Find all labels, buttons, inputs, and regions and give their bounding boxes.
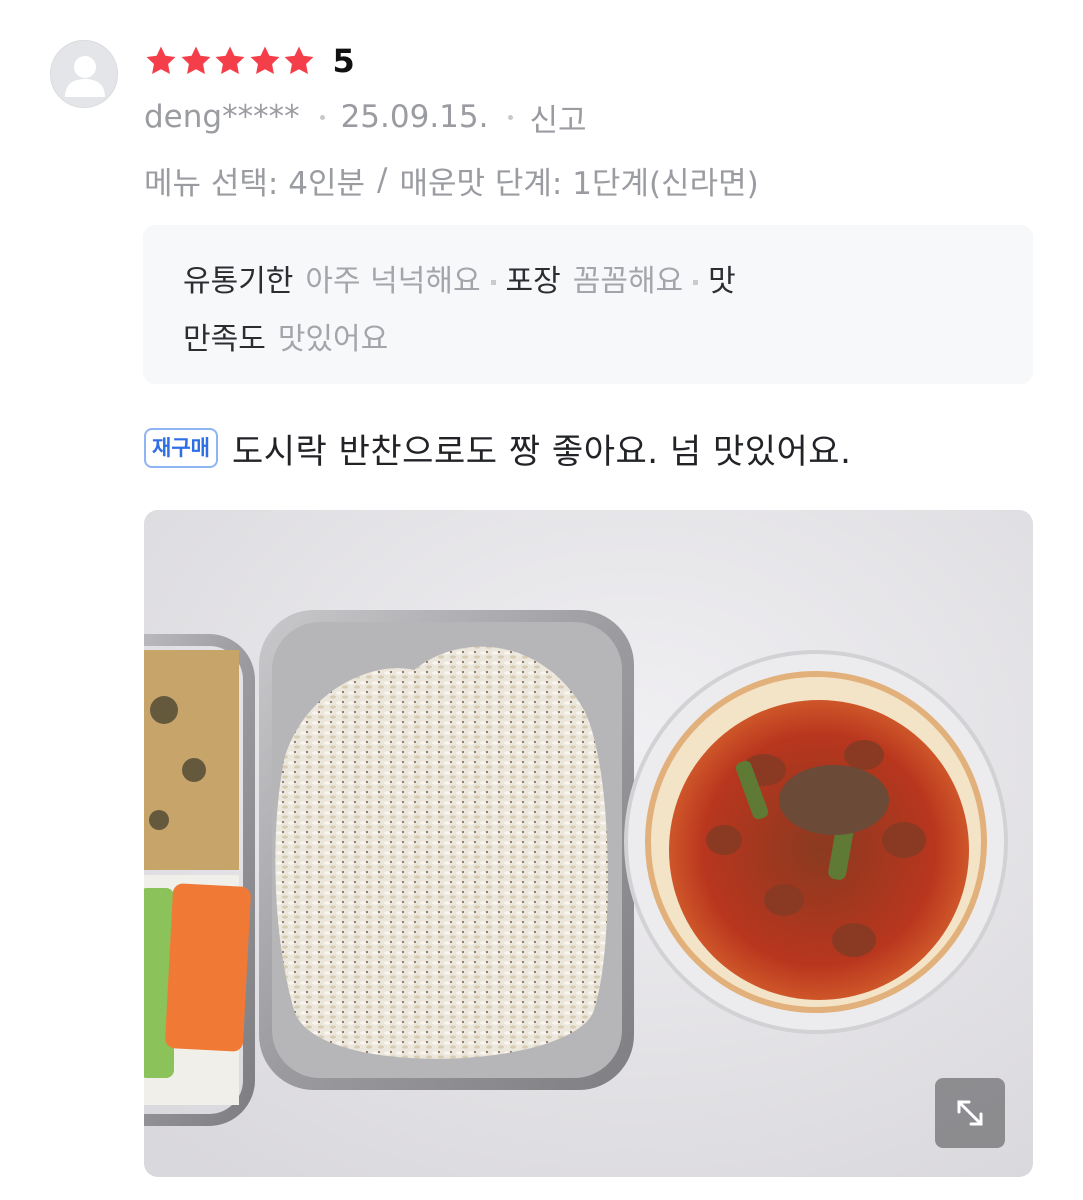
menu-option: 메뉴 선택: 4인분 [144,165,365,202]
opinion-separator [490,279,496,285]
report-button[interactable]: 신고 [529,95,586,140]
review-text: 도시락 반찬으로도 짱 좋아요. 넘 맛있어요. [231,431,852,472]
review-body: 재구매 도시락 반찬으로도 짱 좋아요. 넘 맛있어요. [144,422,851,474]
rating-value: 5 [332,42,355,80]
review-card: 5 deng***** 25.09.15. 신고 메뉴 선택: 4인분 / 매운… [0,0,1083,1200]
opinion-value: 맛있어요 [277,322,389,357]
star-icon [181,46,210,75]
opinion-key: 맛 [708,264,736,299]
expand-icon [957,1100,983,1126]
opinion-key: 포장 [505,264,561,299]
opinion-separator [693,279,699,285]
star-icon [146,46,176,75]
user-silhouette-icon [65,56,105,97]
repurchase-badge: 재구매 [144,428,218,468]
food-photo [144,510,1033,1177]
review-photo[interactable] [144,510,1033,1177]
author-name: deng***** [144,99,300,135]
separator-dot [508,114,514,120]
opinion-line: 유통기한 아주 넉넉해요 포장 꼼꼼해요 맛 [183,253,993,311]
separator-dot [319,114,325,120]
opinion-key: 유통기한 [183,264,294,299]
opinion-key: 만족도 [183,322,266,357]
avatar [50,40,118,108]
option-separator: / [377,162,388,198]
star-icon [250,46,279,75]
spice-option: 매운맛 단계: 1단계(신라면) [399,165,759,202]
selected-options: 메뉴 선택: 4인분 / 매운맛 단계: 1단계(신라면) [144,158,759,202]
opinion-line: 만족도 맛있어요 [183,311,993,369]
star-icon [215,46,245,75]
opinion-summary: 유통기한 아주 넉넉해요 포장 꼼꼼해요 맛 만족도 맛있어요 [143,225,1033,384]
review-date: 25.09.15. [340,99,489,135]
review-meta: deng***** 25.09.15. 신고 [144,95,587,139]
opinion-value: 꼼꼼해요 [572,264,684,299]
rating-row: 5 [144,38,355,84]
expand-photo-button[interactable] [935,1078,1005,1148]
opinion-value: 아주 넉넉해요 [305,264,481,299]
star-icon [284,46,314,75]
star-rating [144,44,317,78]
